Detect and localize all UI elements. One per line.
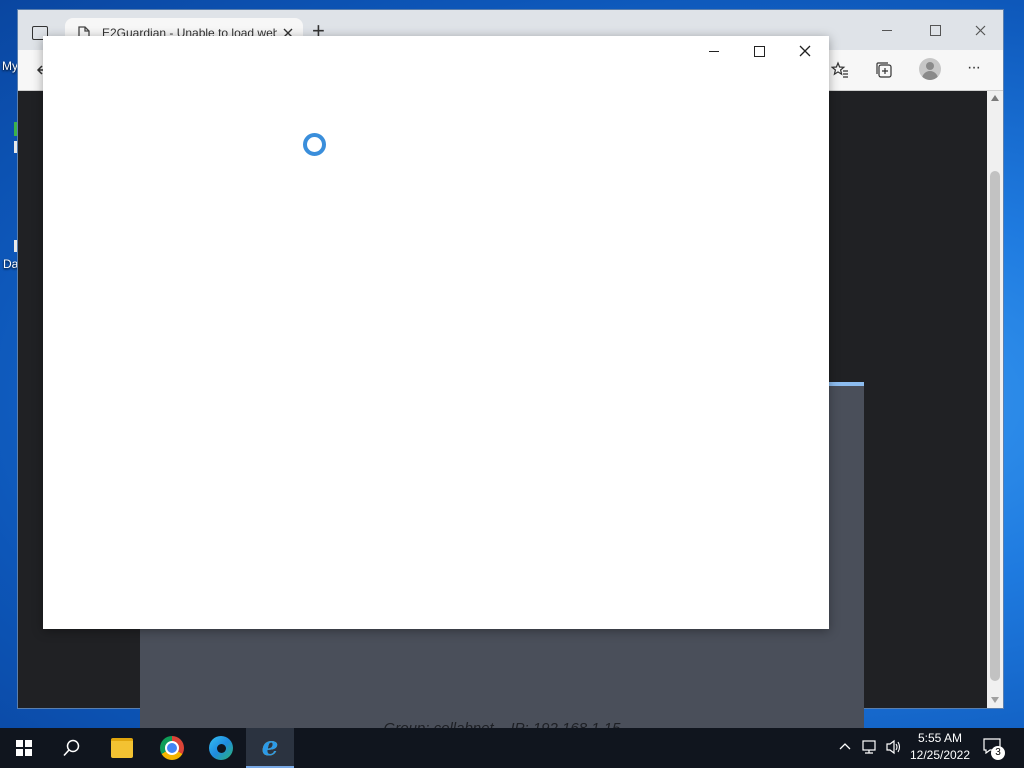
loading-spinner-icon	[303, 133, 326, 156]
clock-time: 5:55 AM	[917, 731, 963, 745]
taskbar: e 5:55 AM 12/25/2022 3	[0, 728, 1024, 768]
collections-icon[interactable]	[875, 61, 893, 79]
desktop-icon-label[interactable]: Da	[3, 257, 18, 271]
favorites-icon[interactable]	[831, 61, 849, 79]
edge-button[interactable]	[197, 728, 245, 768]
scrollbar-thumb[interactable]	[990, 171, 1000, 681]
popup-maximize-icon[interactable]	[754, 46, 765, 57]
clock-date: 12/25/2022	[909, 748, 971, 762]
start-button[interactable]	[0, 728, 48, 768]
windows-logo-icon	[16, 740, 32, 756]
popup-minimize-icon[interactable]	[709, 51, 719, 52]
desktop-icon-label[interactable]: My	[2, 59, 18, 73]
internet-explorer-icon: e	[261, 732, 279, 762]
scroll-up-arrow-icon[interactable]	[991, 95, 999, 101]
notification-center-button[interactable]: 3	[983, 738, 1005, 760]
edge-icon	[209, 736, 233, 760]
notification-count-badge: 3	[991, 746, 1005, 760]
scroll-down-arrow-icon[interactable]	[991, 697, 999, 703]
settings-menu-button[interactable]: ···	[967, 59, 981, 77]
search-button[interactable]	[48, 728, 96, 768]
search-icon	[63, 739, 80, 757]
folder-icon	[111, 738, 133, 758]
window-maximize-icon[interactable]	[930, 25, 941, 36]
vertical-scrollbar[interactable]	[987, 91, 1003, 708]
chrome-button[interactable]	[148, 728, 196, 768]
popup-close-icon[interactable]	[799, 45, 811, 57]
file-explorer-button[interactable]	[98, 728, 146, 768]
popup-window	[43, 36, 829, 629]
window-minimize-icon[interactable]	[882, 30, 892, 31]
chrome-icon	[160, 736, 184, 760]
system-clock[interactable]: 5:55 AM 12/25/2022	[900, 730, 980, 764]
network-icon[interactable]	[862, 739, 880, 755]
show-hidden-icons-chevron-icon[interactable]	[839, 742, 851, 750]
profile-avatar[interactable]	[919, 58, 941, 80]
internet-explorer-button[interactable]: e	[246, 728, 294, 768]
window-close-icon[interactable]	[975, 25, 986, 36]
